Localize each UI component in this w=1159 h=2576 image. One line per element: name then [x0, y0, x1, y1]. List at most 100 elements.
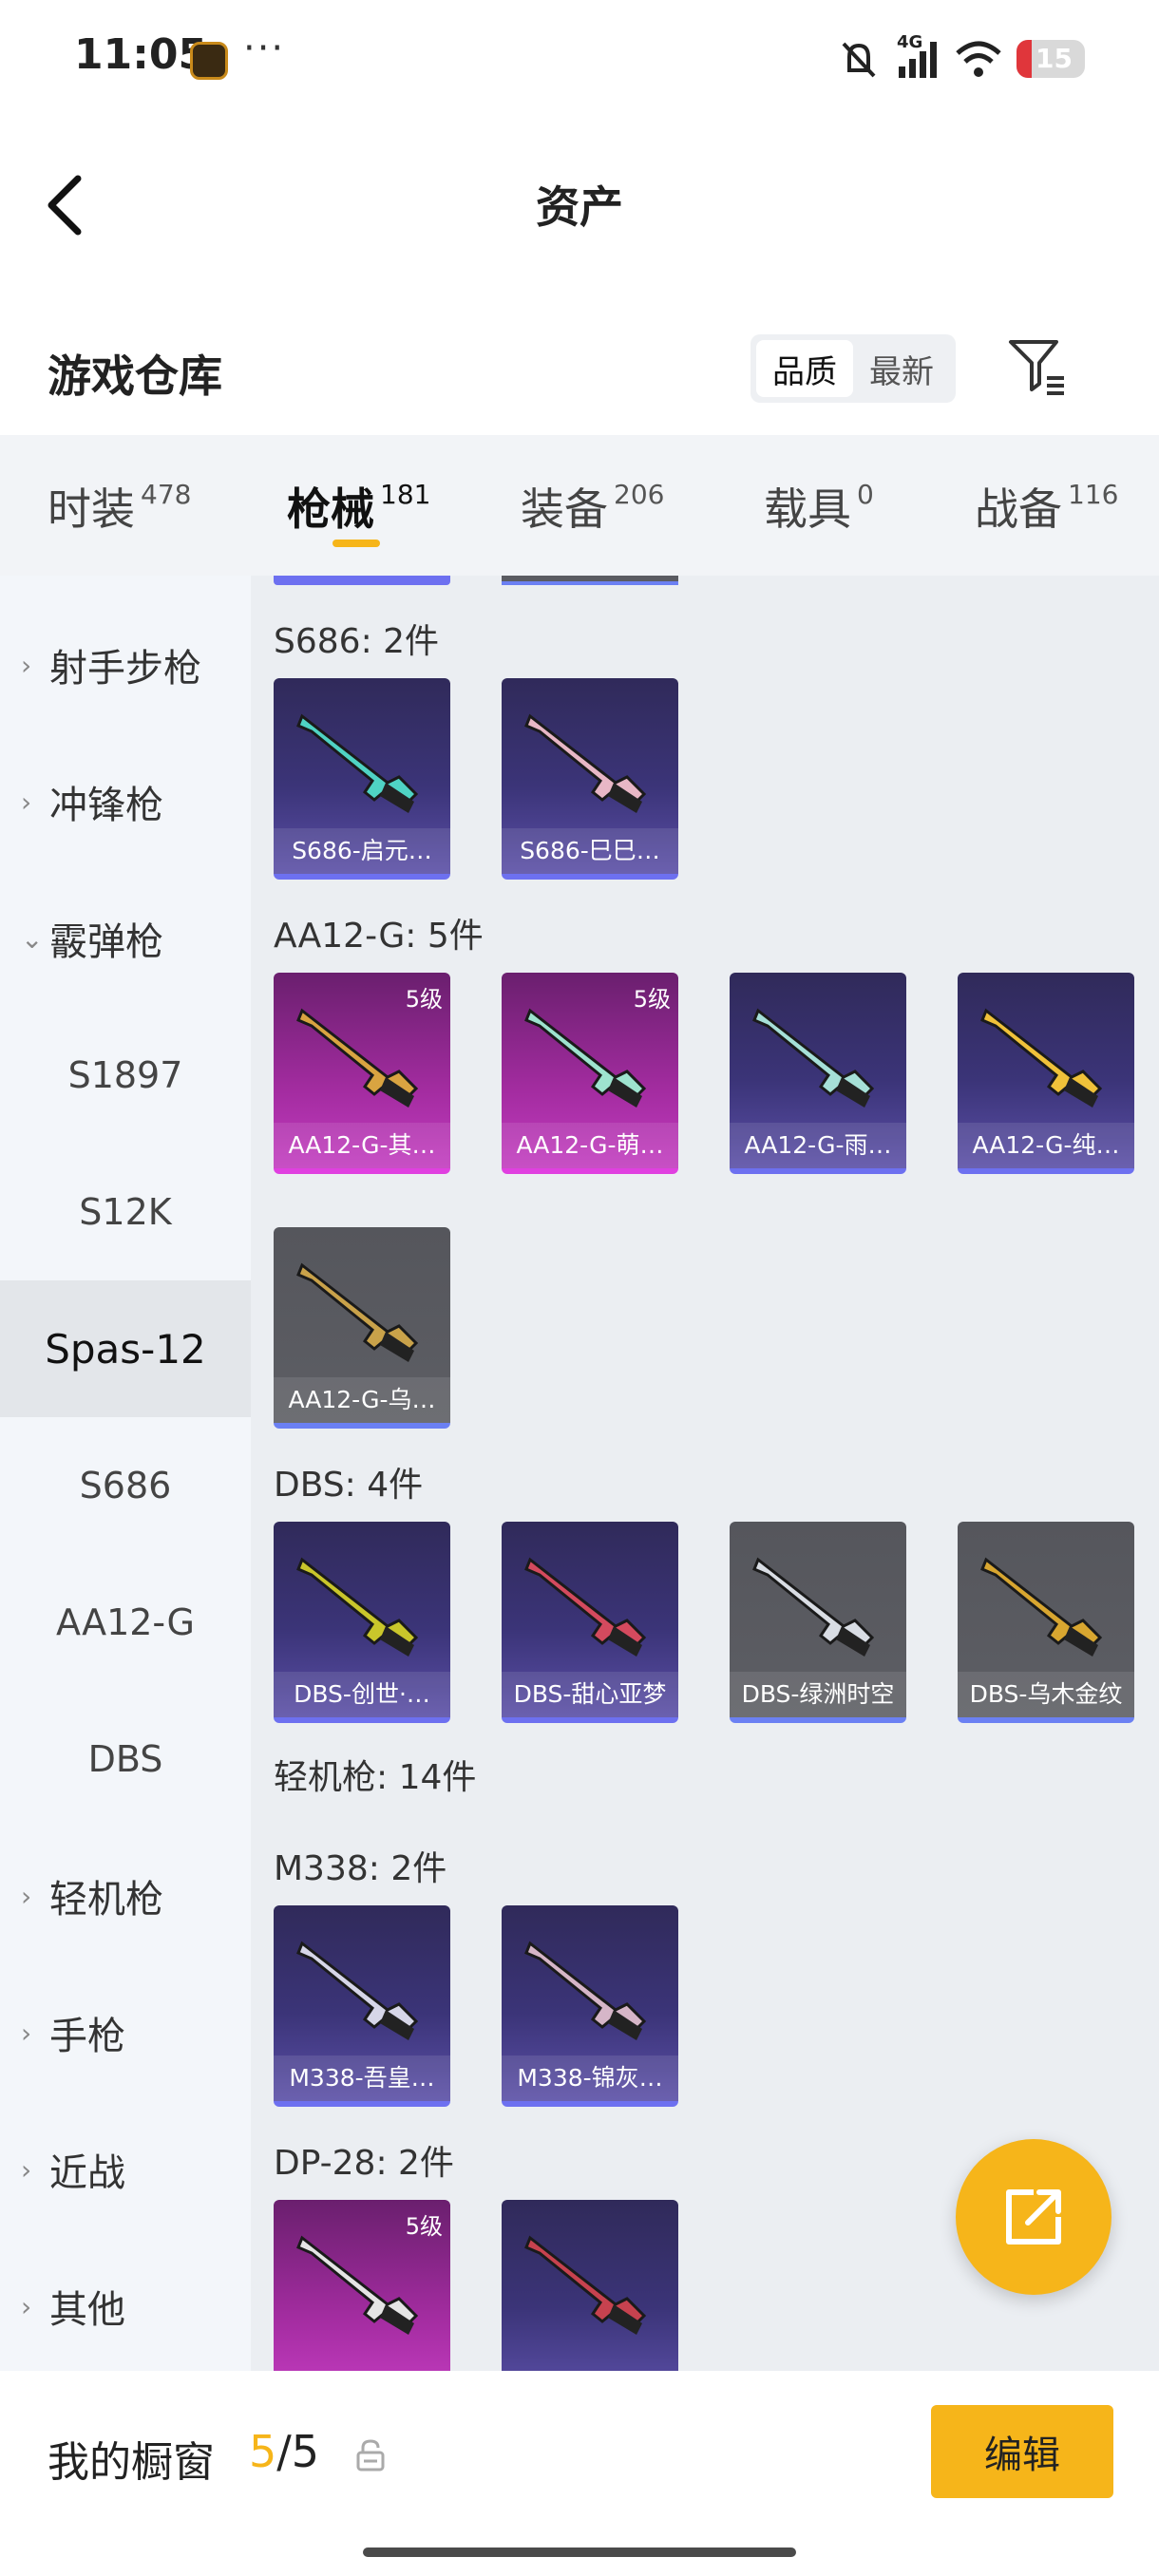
sidebar-subitem-aa12g[interactable]: AA12-G [0, 1554, 251, 1691]
weapon-skin-card[interactable]: AA12-G-乌… [274, 1227, 450, 1429]
chevron-right-icon: › [21, 2290, 32, 2322]
tab-label: 装备 [521, 483, 608, 535]
sidebar-item-label: S12K [79, 1191, 172, 1233]
skin-name: S686-巳巳… [502, 828, 678, 874]
weapon-image [524, 1941, 647, 2040]
weapon-type-sidebar: › 射手步枪 › 冲锋枪 ⌄ 霰弹枪 S1897 S12K Spas-12 S6… [0, 576, 251, 2371]
skin-name: DBS-创世·… [274, 1672, 450, 1717]
group-title-aa12g: AA12-G: 5件 [274, 917, 484, 956]
tab-combat-gear[interactable]: 战备 116 [975, 475, 1118, 538]
more-notifications-icon: ··· [243, 27, 286, 70]
chevron-down-icon: ⌄ [21, 922, 44, 955]
battery-level: 15 [1036, 43, 1073, 74]
sidebar-item-marksman-rifle[interactable]: › 射手步枪 [0, 597, 251, 733]
page-title: 资产 [536, 181, 623, 233]
weapon-skin-card[interactable]: DBS-乌木金纹 [958, 1522, 1134, 1723]
skin-name: AA12-G-纯… [958, 1123, 1134, 1168]
sidebar-item-shotgun[interactable]: ⌄ 霰弹枪 [0, 870, 251, 1007]
network-4g: 4G [895, 32, 940, 80]
sidebar-subitem-s12k[interactable]: S12K [0, 1144, 251, 1280]
sidebar-item-label: S1897 [67, 1054, 183, 1096]
sidebar-item-label: 手枪 [49, 2015, 125, 2058]
sort-toggle: 品质 最新 [750, 334, 956, 403]
group-title-dbs: DBS: 4件 [274, 1466, 424, 1505]
sidebar-item-other[interactable]: › 其他 [0, 2238, 251, 2375]
chevron-right-icon: › [21, 2153, 32, 2186]
sidebar-item-melee[interactable]: › 近战 [0, 2101, 251, 2238]
sidebar-subitem-dbs[interactable]: DBS [0, 1691, 251, 1828]
home-indicator[interactable] [363, 2548, 796, 2557]
showcase-bar: 我的橱窗 5/5 编辑 [0, 2371, 1159, 2576]
tab-fashion[interactable]: 时装 478 [48, 475, 191, 538]
sidebar-item-label: 其他 [49, 2288, 125, 2332]
weapon-skin-card[interactable]: AA12-G-纯… [958, 973, 1134, 1174]
tab-count: 116 [1068, 479, 1119, 510]
chevron-right-icon: › [21, 786, 32, 818]
sidebar-item-label: DBS [87, 1738, 163, 1780]
chevron-right-icon: › [21, 1880, 32, 1912]
weapon-skin-card[interactable]: AA12-G-雨… [730, 973, 906, 1174]
weapon-grid[interactable]: S686: 2件 AA12-G: 5件 DBS: 4件 轻机枪: 14件 M33… [251, 576, 1159, 2371]
weapon-skin-card[interactable]: 5级 AA12-G-其… [274, 973, 450, 1174]
sidebar-subitem-s686[interactable]: S686 [0, 1417, 251, 1554]
weapon-image [980, 1557, 1103, 1657]
skin-name: AA12-G-其… [274, 1123, 450, 1168]
sidebar-subitem-spas12[interactable]: Spas-12 [0, 1280, 251, 1417]
edit-showcase-button[interactable]: 编辑 [931, 2405, 1113, 2498]
showcase-current: 5 [249, 2426, 277, 2477]
weapon-skin-card[interactable]: S686-启元… [274, 678, 450, 880]
sidebar-item-label: AA12-G [56, 1601, 195, 1643]
skin-name: M338-锦灰… [502, 2055, 678, 2101]
tab-equipment[interactable]: 装备 206 [521, 475, 664, 538]
weapon-image [296, 1262, 419, 1362]
weapon-skin-card[interactable]: M338-吾皇… [274, 1905, 450, 2107]
skin-name: S686-启元… [274, 828, 450, 874]
signal-icon [899, 42, 937, 78]
chevron-right-icon: › [21, 649, 32, 681]
sidebar-item-pistol[interactable]: › 手枪 [0, 1964, 251, 2101]
tab-label: 时装 [48, 483, 135, 535]
sort-by-newest[interactable]: 最新 [853, 340, 950, 397]
chevron-right-icon: › [21, 2017, 32, 2049]
weapon-skin-card[interactable]: 5级 [274, 2200, 450, 2371]
category-tabs: 时装 478 枪械 181 装备 206 载具 0 战备 116 [0, 435, 1159, 576]
weapon-image [752, 1557, 875, 1657]
skin-name: M338-吾皇… [274, 2055, 450, 2101]
sidebar-item-lmg[interactable]: › 轻机枪 [0, 1828, 251, 1964]
share-button[interactable] [956, 2139, 1112, 2295]
weapon-skin-card[interactable]: S686-巳巳… [502, 678, 678, 880]
tab-count: 478 [141, 479, 192, 510]
showcase-count: 5/5 [249, 2426, 319, 2477]
partial-card-bottom [274, 576, 450, 585]
battery-icon: 15 [1016, 40, 1085, 78]
weapon-skin-card[interactable]: DBS-创世·… [274, 1522, 450, 1723]
showcase-max: 5 [291, 2426, 320, 2477]
sidebar-item-label: 射手步枪 [49, 647, 201, 691]
skin-name: AA12-G-萌… [502, 1123, 678, 1168]
active-tab-indicator [332, 540, 380, 547]
weapon-skin-card[interactable] [502, 2200, 678, 2371]
status-time: 11:05 [74, 30, 208, 79]
app-notification-icon [190, 42, 228, 80]
sidebar-item-label: 近战 [49, 2151, 125, 2195]
group-title-s686: S686: 2件 [274, 622, 440, 661]
skin-name: DBS-甜心亚梦 [502, 1672, 678, 1717]
sort-by-quality[interactable]: 品质 [756, 340, 853, 397]
skin-name: DBS-乌木金纹 [958, 1672, 1134, 1717]
sidebar-subitem-s1897[interactable]: S1897 [0, 1007, 251, 1144]
sidebar-item-label: 轻机枪 [49, 1878, 163, 1922]
weapon-skin-card[interactable]: DBS-甜心亚梦 [502, 1522, 678, 1723]
tab-firearms[interactable]: 枪械 181 [287, 475, 430, 538]
filter-button[interactable] [1007, 336, 1068, 397]
sidebar-item-smg[interactable]: › 冲锋枪 [0, 733, 251, 870]
weapon-skin-card[interactable]: M338-锦灰… [502, 1905, 678, 2107]
group-title-m338: M338: 2件 [274, 1849, 447, 1888]
tab-vehicles[interactable]: 载具 0 [764, 475, 874, 538]
weapon-image [752, 1008, 875, 1108]
weapon-skin-card[interactable]: DBS-绿洲时空 [730, 1522, 906, 1723]
weapon-skin-card[interactable]: 5级 AA12-G-萌… [502, 973, 678, 1174]
skin-name: AA12-G-乌… [274, 1377, 450, 1423]
weapon-image [296, 713, 419, 813]
sidebar-item-label: 冲锋枪 [49, 784, 163, 827]
weapon-image [524, 2235, 647, 2335]
